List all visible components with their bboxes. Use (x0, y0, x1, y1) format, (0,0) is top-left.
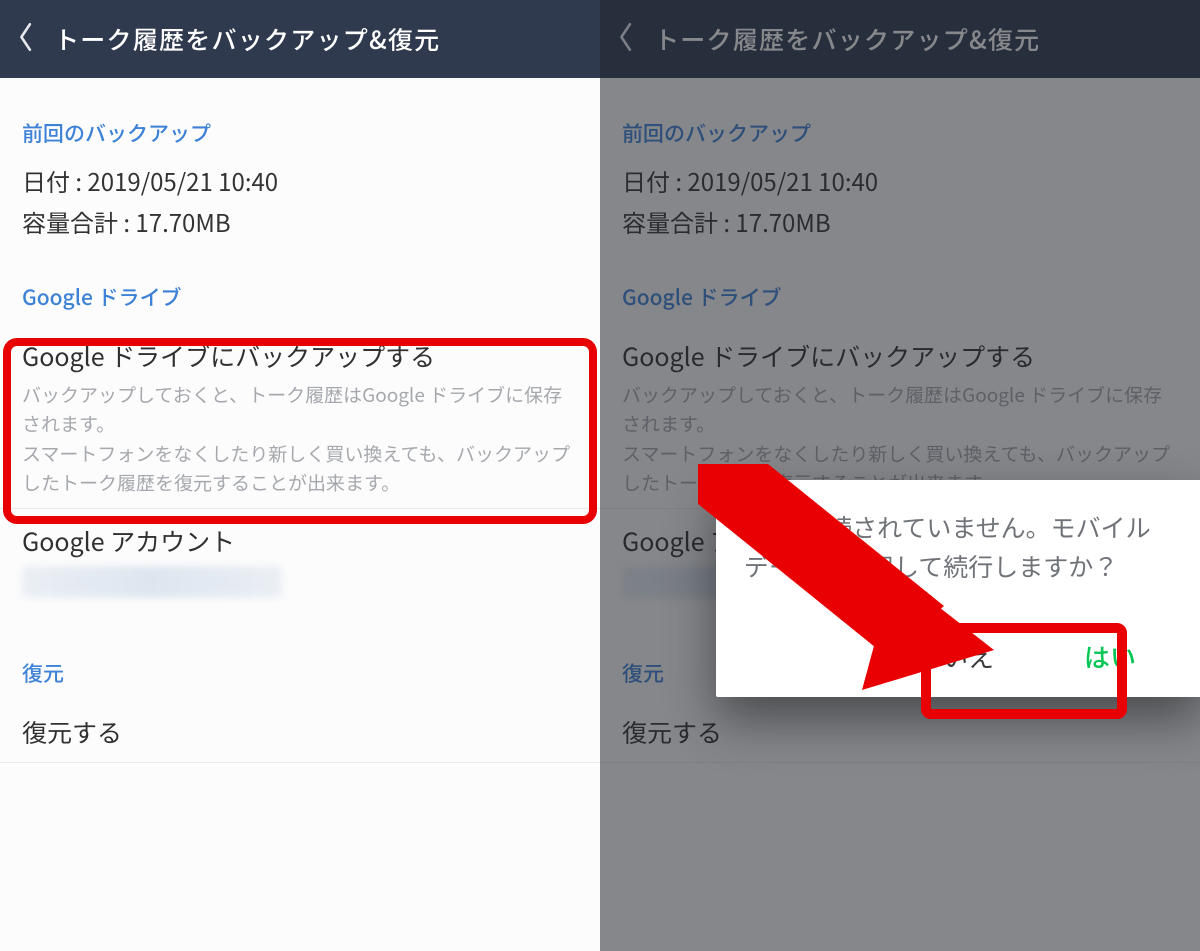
google-account-value-blurred (22, 566, 282, 598)
google-account-title: Google アカウント (22, 523, 578, 561)
right-screenshot: トーク履歴をバックアップ&復元 前回のバックアップ 日付 : 2019/05/2… (600, 0, 1200, 951)
chevron-left-icon (18, 21, 35, 58)
backup-to-gdrive-item[interactable]: Google ドライブにバックアップする バックアップしておくと、トーク履歴はG… (0, 324, 600, 508)
section-restore: 復元 (0, 598, 600, 700)
settings-content: 前回のバックアップ 日付 : 2019/05/21 10:40 容量合計 : 1… (0, 78, 600, 783)
last-backup-size: 容量合計 : 17.70MB (0, 201, 600, 242)
page-title: トーク履歴をバックアップ&復元 (54, 21, 440, 57)
last-backup-date: 日付 : 2019/05/21 10:40 (0, 160, 600, 201)
section-google-drive: Google ドライブ (0, 242, 600, 324)
restore-title: 復元する (22, 714, 578, 752)
section-last-backup: 前回のバックアップ (0, 78, 600, 160)
dialog-yes-button[interactable]: はい (1074, 630, 1146, 683)
dialog-no-button[interactable]: いいえ (906, 630, 1004, 683)
left-screenshot: トーク履歴をバックアップ&復元 前回のバックアップ 日付 : 2019/05/2… (0, 0, 600, 951)
backup-to-gdrive-title: Google ドライブにバックアップする (22, 338, 578, 376)
dialog-actions: いいえ はい (744, 630, 1174, 683)
back-button[interactable] (18, 21, 44, 58)
app-header: トーク履歴をバックアップ&復元 (0, 0, 600, 78)
backup-to-gdrive-desc: バックアップしておくと、トーク履歴はGoogle ドライブに保存されます。スマー… (22, 380, 578, 498)
dialog-message: Wi-Fi接続されていません。モバイルデータを利用して続行しますか？ (744, 508, 1174, 586)
restore-item[interactable]: 復元する (0, 700, 600, 763)
google-account-item[interactable]: Google アカウント (0, 509, 600, 561)
wifi-warning-dialog: Wi-Fi接続されていません。モバイルデータを利用して続行しますか？ いいえ は… (716, 480, 1200, 697)
modal-overlay (600, 0, 1200, 951)
